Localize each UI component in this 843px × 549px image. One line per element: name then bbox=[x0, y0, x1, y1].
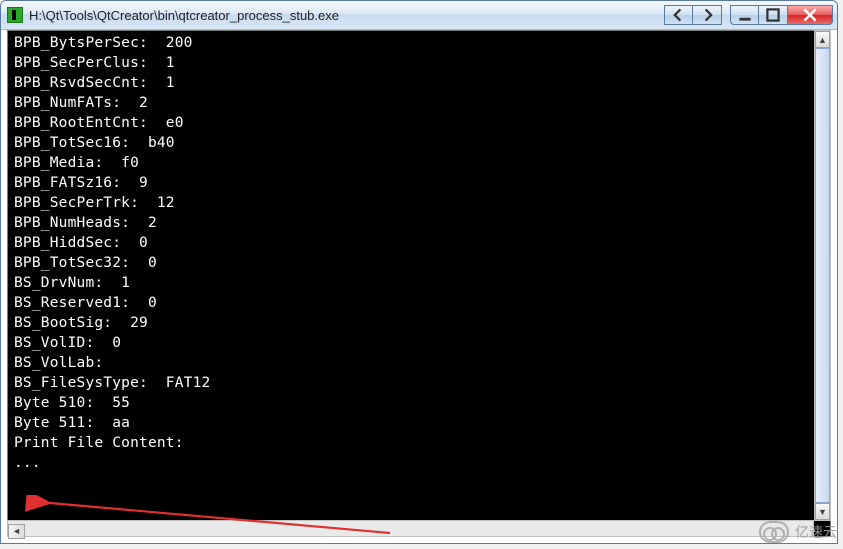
console-line: BPB_FATSz16: 9 bbox=[14, 173, 826, 193]
console-line: Byte 510: 55 bbox=[14, 393, 826, 413]
console-line: BS_BootSig: 29 bbox=[14, 313, 826, 333]
vertical-scrollbar[interactable]: ▲ ▼ bbox=[814, 30, 831, 521]
console-line: BPB_Media: f0 bbox=[14, 153, 826, 173]
console-line: Byte 511: aa bbox=[14, 413, 826, 433]
close-button[interactable] bbox=[788, 5, 833, 25]
next-button[interactable] bbox=[693, 5, 722, 25]
console-window: H:\Qt\Tools\QtCreator\bin\qtcreator_proc… bbox=[0, 0, 838, 544]
console-line: BS_Reserved1: 0 bbox=[14, 293, 826, 313]
console-line: BPB_SecPerTrk: 12 bbox=[14, 193, 826, 213]
scroll-down-arrow-icon[interactable]: ▼ bbox=[815, 503, 830, 520]
scroll-up-arrow-icon[interactable]: ▲ bbox=[815, 31, 830, 48]
window-control-buttons bbox=[730, 5, 833, 25]
console-line: BS_VolLab: bbox=[14, 353, 826, 373]
console-line: BPB_NumFATs: 2 bbox=[14, 93, 826, 113]
console-output: BPB_BytsPerSec: 200BPB_SecPerClus: 1BPB_… bbox=[8, 31, 830, 475]
console-line: BPB_RootEntCnt: e0 bbox=[14, 113, 826, 133]
console-line: BS_VolID: 0 bbox=[14, 333, 826, 353]
app-icon bbox=[7, 7, 23, 23]
window-title: H:\Qt\Tools\QtCreator\bin\qtcreator_proc… bbox=[29, 8, 664, 23]
console-line: BPB_NumHeads: 2 bbox=[14, 213, 826, 233]
console-content-area: BPB_BytsPerSec: 200BPB_SecPerClus: 1BPB_… bbox=[7, 30, 831, 537]
titlebar[interactable]: H:\Qt\Tools\QtCreator\bin\qtcreator_proc… bbox=[1, 1, 837, 30]
minimize-button[interactable] bbox=[730, 5, 759, 25]
console-line: ... bbox=[14, 453, 826, 473]
console-line: BPB_TotSec32: 0 bbox=[14, 253, 826, 273]
console-line: BPB_SecPerClus: 1 bbox=[14, 53, 826, 73]
console-line: BS_DrvNum: 1 bbox=[14, 273, 826, 293]
console-line: Print File Content: bbox=[14, 433, 826, 453]
watermark-text: 亿速云 bbox=[795, 522, 837, 542]
console-line: BPB_HiddSec: 0 bbox=[14, 233, 826, 253]
console-line: BS_FileSysType: FAT12 bbox=[14, 373, 826, 393]
maximize-button[interactable] bbox=[759, 5, 788, 25]
window-nav-buttons bbox=[664, 5, 722, 25]
console-line: BPB_RsvdSecCnt: 1 bbox=[14, 73, 826, 93]
console-line: BPB_TotSec16: b40 bbox=[14, 133, 826, 153]
scroll-thumb[interactable] bbox=[815, 48, 830, 503]
prev-button[interactable] bbox=[664, 5, 693, 25]
watermark: 亿速云 bbox=[759, 521, 837, 543]
console-line: BPB_BytsPerSec: 200 bbox=[14, 33, 826, 53]
horizontal-scrollbar[interactable]: ◄ bbox=[7, 520, 814, 537]
scroll-left-arrow-icon[interactable]: ◄ bbox=[8, 524, 25, 539]
watermark-logo-icon bbox=[759, 521, 789, 543]
